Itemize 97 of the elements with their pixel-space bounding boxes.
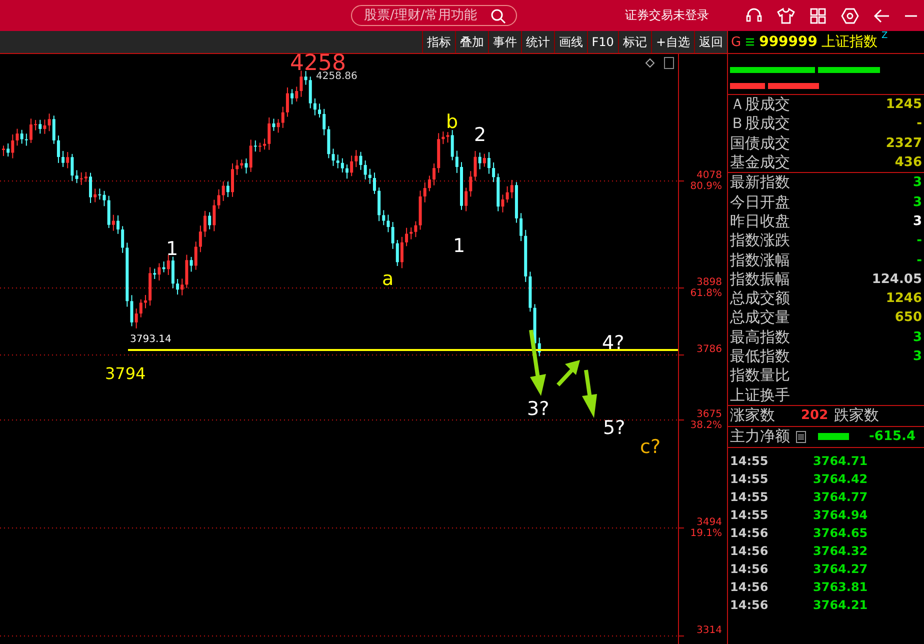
wave-label: 2	[474, 126, 486, 145]
stat-value: 1246	[886, 291, 922, 306]
stat-label: 总成交额	[730, 289, 790, 308]
stat-value: 3	[912, 194, 922, 210]
wave-label: c?	[640, 438, 661, 457]
stat-label: 最新指数	[730, 173, 790, 192]
axis-price: 4078	[696, 170, 722, 181]
down-arrow-icon	[582, 370, 597, 418]
tick-time: 14:56	[730, 526, 770, 540]
stat-value: 3	[912, 214, 922, 229]
tick-price: 3764.77	[813, 490, 868, 504]
stat-label: 今日开盘	[730, 192, 790, 212]
tick-price: 3764.42	[813, 472, 868, 486]
tick-time: 14:56	[730, 544, 770, 558]
low-value: 3793.14	[130, 335, 172, 345]
tick-time: 14:55	[730, 490, 770, 504]
tick-time: 14:55	[730, 454, 770, 468]
low-label: 3794	[105, 366, 146, 382]
up-arrow-icon	[556, 360, 580, 386]
search-icon[interactable]	[490, 8, 506, 24]
login-status[interactable]: 证券交易未登录	[625, 7, 709, 24]
panel-toggle[interactable]	[664, 57, 674, 69]
index-name: 上证指数	[822, 33, 878, 51]
diamond-icon[interactable]	[645, 58, 655, 68]
stat-value: 124.05	[872, 272, 922, 287]
headset-icon[interactable]	[745, 6, 763, 24]
stat-value: -	[916, 252, 922, 268]
axis-price: 3898	[696, 277, 722, 288]
tick-time: 14:56	[730, 580, 770, 594]
axis-percent: 80.9%	[690, 181, 722, 192]
stat-label: 最高指数	[730, 328, 790, 347]
list-icon[interactable]	[796, 430, 806, 443]
stat-value: 650	[894, 310, 922, 326]
stat-value: 202	[801, 408, 828, 424]
stat-label: 国债成交	[730, 134, 790, 153]
stat-label: 基金成交	[730, 153, 790, 172]
axis-price: 3786	[696, 344, 722, 355]
stat-value: -	[916, 116, 922, 132]
stat-value: 3	[912, 349, 922, 364]
stat-value: 436	[894, 155, 922, 170]
wave-label: 1	[166, 240, 178, 259]
volume-bar	[818, 67, 880, 73]
stat-label: 总成交量	[730, 308, 790, 328]
tick-time: 14:55	[730, 508, 770, 522]
stat-value: 2327	[886, 136, 922, 151]
stat-label: Ａ股成交	[730, 95, 790, 114]
tick-price: 3764.32	[813, 544, 868, 558]
stat-value: -	[916, 233, 922, 248]
stat-label: 昨日收盘	[730, 212, 790, 231]
down-arrow-icon	[529, 330, 546, 396]
tick-price: 3764.21	[813, 598, 868, 612]
index-suffix-text: Z	[882, 31, 888, 41]
grid-icon[interactable]	[809, 6, 827, 24]
stat-value: -615.4	[869, 429, 916, 444]
wave-label: 3?	[527, 400, 550, 419]
stat-label: 指数振幅	[730, 270, 790, 289]
tick-time: 14:56	[730, 598, 770, 612]
wave-label: 1	[453, 237, 466, 256]
stat-value: 3	[912, 175, 922, 190]
shirt-icon[interactable]	[777, 6, 795, 24]
search-field[interactable]: 股票/理财/常用功能	[351, 5, 517, 26]
axis-price: 3494	[696, 517, 722, 528]
stat-label: 跌家数	[834, 406, 880, 426]
back-arrow-icon[interactable]	[873, 6, 891, 24]
stat-label: 指数量比	[730, 366, 790, 386]
volume-bar	[730, 83, 765, 89]
tick-price: 3764.94	[813, 508, 868, 522]
stat-label: 最低指数	[730, 347, 790, 366]
stock-code: 999999	[759, 34, 818, 50]
axis-price: 3675	[696, 409, 722, 420]
stat-label: 指数涨跌	[730, 231, 790, 250]
tick-price: 3764.65	[813, 526, 868, 540]
tick-price: 3764.71	[813, 454, 868, 468]
menu-icon[interactable]	[745, 37, 756, 47]
wave-label: a	[382, 270, 394, 289]
axis-price: 3314	[696, 625, 722, 636]
stat-label: 上证换手	[730, 386, 790, 405]
wave-label: 4?	[602, 334, 624, 353]
wave-label: 5?	[603, 419, 626, 438]
flow-bar	[818, 433, 849, 440]
tick-time: 14:56	[730, 562, 770, 576]
wave-label: b	[446, 113, 458, 132]
stat-label: 主力净额	[730, 427, 790, 446]
tick-price: 3763.81	[813, 580, 868, 594]
stat-value: 3	[912, 330, 922, 345]
stat-label: 指数涨幅	[730, 250, 790, 270]
stat-label: Ｂ股成交	[730, 114, 790, 134]
stat-value: 1245	[886, 97, 922, 112]
stat-label: 涨家数	[730, 406, 775, 426]
axis-percent: 38.2%	[690, 420, 722, 431]
quote-prefix: G	[731, 34, 742, 50]
tick-price: 3764.27	[813, 562, 868, 576]
settings-icon[interactable]	[841, 6, 859, 24]
axis-percent: 19.1%	[690, 528, 722, 539]
axis-percent: 61.8%	[690, 288, 722, 299]
volume-bar	[768, 83, 819, 89]
tick-time: 14:55	[730, 472, 770, 486]
